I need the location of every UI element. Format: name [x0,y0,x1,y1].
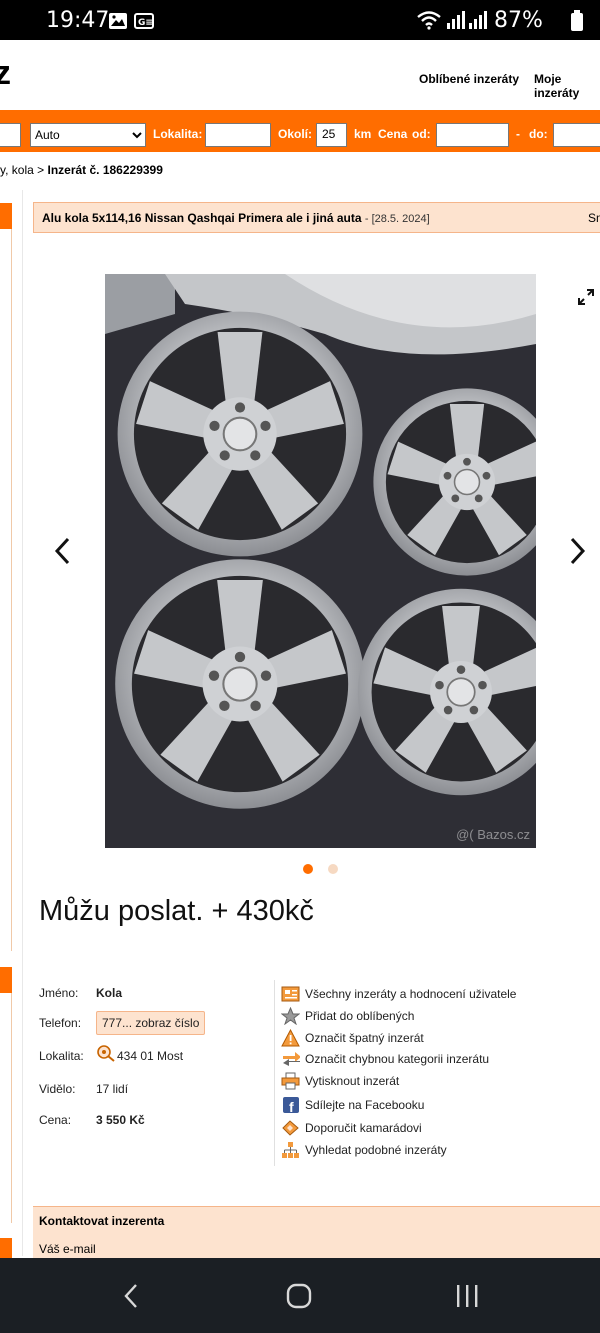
price-detail-value: 3 550 Kč [96,1113,145,1127]
category-select[interactable]: Auto [30,123,146,147]
fullscreen-icon[interactable] [577,288,595,311]
photo-watermark: @( Bazos.cz [456,827,530,842]
action-wrong-category[interactable]: Označit chybnou kategorii inzerátu [281,1050,489,1068]
battery-icon [570,10,584,37]
price-from-input[interactable] [436,123,509,147]
action-report-ad-label: Označit špatný inzerát [305,1031,424,1045]
ad-photo[interactable]: @( Bazos.cz [105,274,536,848]
price-detail-label: Cena: [39,1113,72,1127]
ad-date: - [28.5. 2024] [364,213,430,225]
action-share-facebook[interactable]: f Sdílejte na Facebooku [281,1096,424,1114]
details-divider [274,980,275,1166]
wifi-icon [416,10,442,35]
price-to-label: do: [529,127,548,141]
seller-name-label: Jméno: [39,986,79,1000]
column-divider [22,190,23,1256]
search-input[interactable] [0,123,21,147]
action-all-ads-label: Všechny inzeráty a hodnocení uživatele [305,987,517,1001]
back-icon[interactable] [121,1282,141,1315]
battery-level: 87% [494,8,543,33]
status-time: 19:47 [46,8,110,33]
location-detail-value[interactable]: 434 01 Most [117,1049,183,1063]
price-separator: - [516,127,520,141]
price-to-input[interactable] [553,123,600,147]
action-print[interactable]: Vytisknout inzerát [281,1072,399,1090]
previous-photo-arrow-icon[interactable] [52,536,72,571]
action-add-favorite-label: Přidat do oblíbených [305,1009,415,1023]
action-report-ad[interactable]: Označit špatný inzerát [281,1029,424,1047]
action-recommend-label: Doporučit kamarádovi [305,1121,422,1135]
recommend-icon [281,1119,300,1137]
search-bar: Auto Lokalita: Okolí: 25 km Cena od: - d… [0,116,600,152]
gallery-notification-icon [108,12,128,35]
signal-icon [446,11,466,34]
site-header: z Oblíbené inzeráty Moje inzeráty [0,40,600,116]
nav-my-ads-link[interactable]: Moje inzeráty [534,72,600,100]
breadcrumb-current: Inzerát č. 186229399 [47,163,163,177]
similar-icon [281,1141,300,1159]
radius-label: Okolí: [278,127,313,141]
action-recommend[interactable]: Doporučit kamarádovi [281,1119,422,1137]
action-share-facebook-label: Sdílejte na Facebooku [305,1098,425,1112]
action-add-favorite[interactable]: Přidat do oblíbených [281,1007,414,1025]
contact-seller-title: Kontaktovat inzerenta [39,1214,165,1228]
user-list-icon [281,985,300,1003]
facebook-icon: f [281,1096,300,1114]
radius-input[interactable]: 25 [316,123,347,147]
next-photo-arrow-icon[interactable] [568,536,588,571]
news-notification-icon: G≡ [134,12,154,35]
show-phone-button[interactable]: 777... zobraz číslo [96,1011,206,1035]
price-label: Cena [378,127,408,141]
swap-arrows-icon [281,1050,300,1068]
breadcrumb-parent-link[interactable]: y, kola > [0,163,44,177]
svg-text:G≡: G≡ [138,18,153,28]
home-icon[interactable] [286,1283,312,1314]
location-input[interactable] [205,123,271,147]
ad-title-bar: Alu kola 5x114,16 Nissan Qashqai Primera… [33,202,600,233]
left-panel-3 [0,1238,12,1258]
price-from-label: od: [412,127,431,141]
left-panel-2 [0,967,12,1223]
ad-title: Alu kola 5x114,16 Nissan Qashqai Primera… [42,211,362,225]
phone-label: Telefon: [39,1016,82,1030]
action-print-label: Vytisknout inzerát [305,1074,400,1088]
action-similar-ads[interactable]: Vyhledat podobné inzeráty [281,1141,447,1159]
views-label: Vidělo: [39,1082,76,1096]
recent-apps-icon[interactable] [454,1283,480,1314]
gallery-dot[interactable] [328,864,338,874]
map-search-icon[interactable] [96,1044,116,1067]
star-icon [281,1007,300,1025]
contact-seller-panel: Kontaktovat inzerenta Váš e-mail [33,1206,600,1264]
radius-unit: km [354,127,372,141]
nav-favorites-link[interactable]: Oblíbené inzeráty [419,72,519,86]
signal-icon-2 [468,11,488,34]
ad-headline: Můžu poslat. + 430kč [39,895,314,927]
gallery-dot-active[interactable] [303,864,313,874]
action-all-ads[interactable]: Všechny inzeráty a hodnocení uživatele [281,985,516,1003]
status-bar: 19:47 G≡ 87% [0,0,600,40]
ad-title-more[interactable]: Sm [588,211,600,225]
action-similar-ads-label: Vyhledat podobné inzeráty [305,1143,447,1157]
action-wrong-category-label: Označit chybnou kategorii inzerátu [305,1052,490,1066]
printer-icon [281,1072,300,1090]
left-panel-1 [0,203,12,951]
views-value: 17 lidí [96,1082,129,1096]
location-label: Lokalita: [153,127,203,141]
breadcrumb: y, kola > Inzerát č. 186229399 [0,163,163,177]
svg-text:f: f [289,1099,294,1114]
location-detail-label: Lokalita: [39,1049,84,1063]
warning-icon [281,1029,300,1047]
system-navigation-bar [0,1258,600,1333]
seller-name-value: Kola [96,986,123,1000]
email-field-label: Váš e-mail [39,1242,96,1256]
site-logo[interactable]: z [0,54,11,93]
